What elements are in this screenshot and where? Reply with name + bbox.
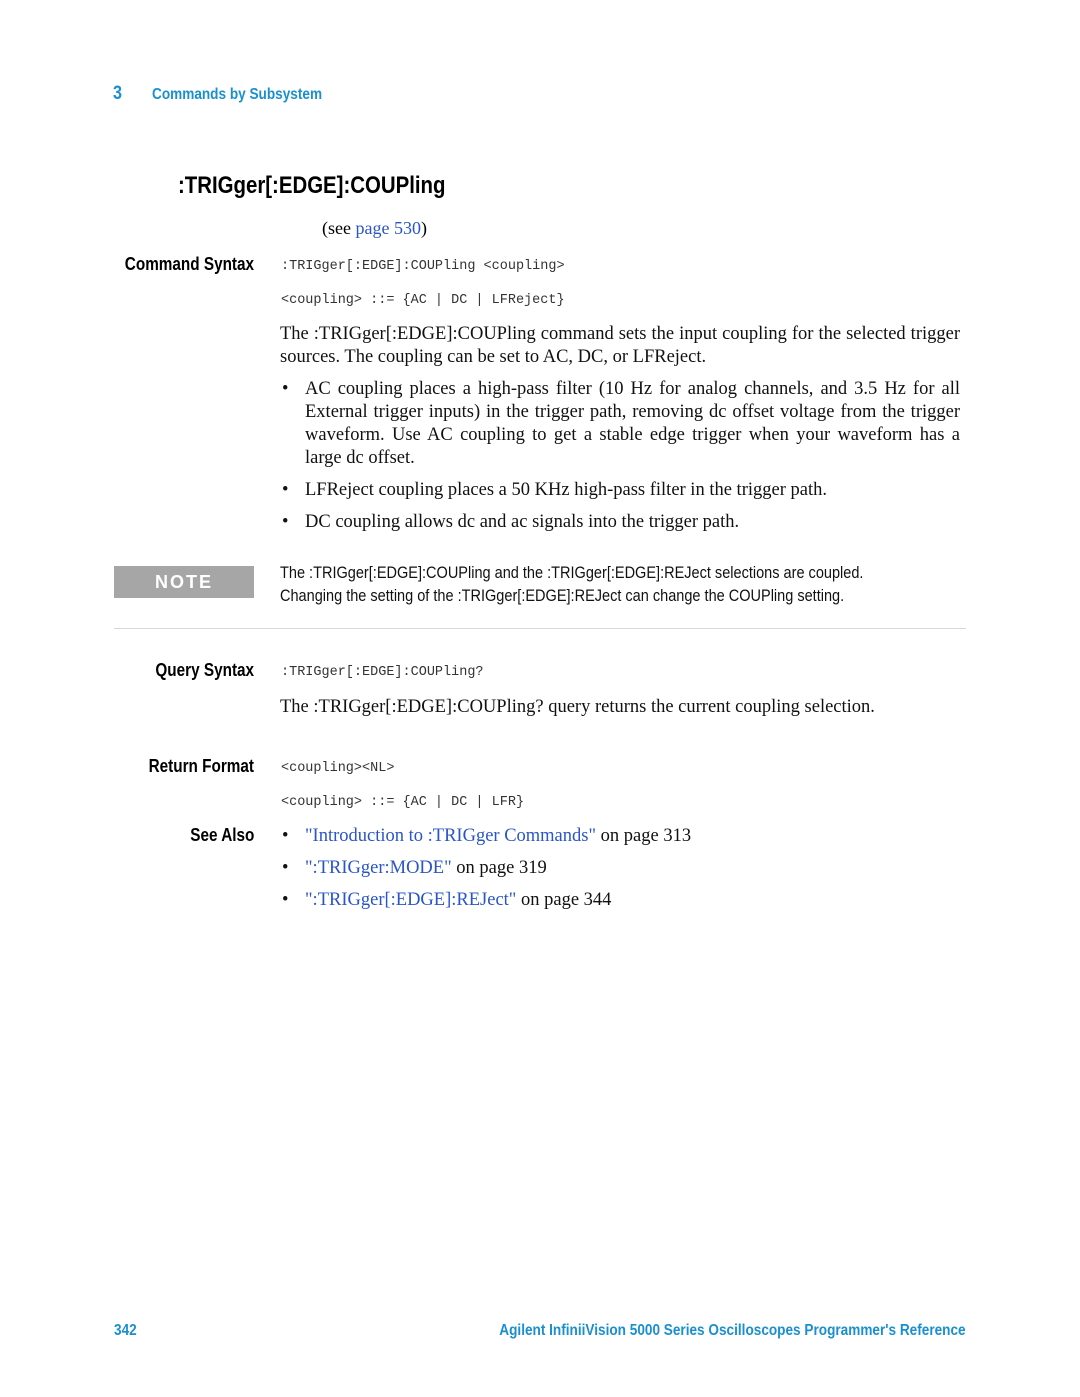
bullet-icon: • bbox=[282, 858, 289, 878]
see-also-item: • "Introduction to :TRIGger Commands" on … bbox=[280, 825, 960, 848]
coupling-definition-code: <coupling> ::= {AC | DC | LFReject} bbox=[281, 293, 565, 308]
return-format-label: Return Format bbox=[148, 756, 254, 776]
command-syntax-code: :TRIGger[:EDGE]:COUPling <coupling> bbox=[281, 259, 565, 274]
bullet-text: LFReject coupling places a 50 KHz high-p… bbox=[305, 480, 827, 500]
see-page-reference: (see page 530) bbox=[322, 218, 427, 239]
query-syntax-code: :TRIGger[:EDGE]:COUPling? bbox=[281, 665, 484, 680]
chapter-number: 3 bbox=[113, 83, 122, 104]
list-item: • AC coupling places a high-pass filter (… bbox=[280, 378, 960, 470]
section-divider bbox=[114, 628, 966, 629]
see-suffix: ) bbox=[420, 218, 427, 238]
return-coupling-definition: <coupling> ::= {AC | DC | LFR} bbox=[281, 795, 525, 810]
see-also-link[interactable]: ":TRIGger[:EDGE]:REJect" bbox=[305, 890, 516, 910]
bullet-icon: • bbox=[282, 512, 289, 532]
list-item: • DC coupling allows dc and ac signals in… bbox=[280, 511, 960, 534]
note-line: Changing the setting of the :TRIGger[:ED… bbox=[280, 587, 845, 605]
bullet-text: AC coupling places a high-pass filter (1… bbox=[305, 379, 960, 468]
query-syntax-label: Query Syntax bbox=[155, 660, 254, 680]
command-syntax-label: Command Syntax bbox=[124, 254, 254, 274]
page-reference: on page 319 bbox=[451, 858, 547, 878]
bullet-text: DC coupling allows dc and ac signals int… bbox=[305, 512, 740, 532]
bullet-icon: • bbox=[282, 826, 289, 846]
see-also-label: See Also bbox=[189, 825, 254, 845]
bullet-icon: • bbox=[282, 379, 289, 399]
page-reference: on page 313 bbox=[596, 826, 692, 846]
page-reference: on page 344 bbox=[516, 890, 612, 910]
footer-page-number: 342 bbox=[114, 1322, 137, 1339]
see-also-item: • ":TRIGger:MODE" on page 319 bbox=[280, 857, 960, 880]
query-description: The :TRIGger[:EDGE]:COUPling? query retu… bbox=[280, 697, 875, 717]
see-page-link[interactable]: page 530 bbox=[355, 218, 420, 238]
footer-book-title: Agilent InfiniiVision 5000 Series Oscill… bbox=[499, 1322, 966, 1339]
see-also-item: • ":TRIGger[:EDGE]:REJect" on page 344 bbox=[280, 889, 960, 912]
see-also-link[interactable]: "Introduction to :TRIGger Commands" bbox=[305, 826, 596, 846]
section-title: :TRIGger[:EDGE]:COUPling bbox=[178, 172, 446, 199]
note-badge: NOTE bbox=[114, 566, 254, 598]
note-line: The :TRIGger[:EDGE]:COUPling and the :TR… bbox=[280, 564, 864, 582]
note-text: The :TRIGger[:EDGE]:COUPling and the :TR… bbox=[280, 562, 896, 608]
list-item: • LFReject coupling places a 50 KHz high-… bbox=[280, 479, 960, 502]
bullet-icon: • bbox=[282, 890, 289, 910]
see-also-link[interactable]: ":TRIGger:MODE" bbox=[305, 858, 452, 878]
chapter-title: Commands by Subsystem bbox=[152, 86, 323, 103]
coupling-bullet-list: • AC coupling places a high-pass filter (… bbox=[280, 378, 960, 543]
see-prefix: (see bbox=[322, 218, 356, 238]
see-also-list: • "Introduction to :TRIGger Commands" on … bbox=[280, 825, 960, 921]
bullet-icon: • bbox=[282, 480, 289, 500]
command-description: The :TRIGger[:EDGE]:COUPling command set… bbox=[280, 324, 960, 367]
return-format-code: <coupling><NL> bbox=[281, 761, 395, 776]
